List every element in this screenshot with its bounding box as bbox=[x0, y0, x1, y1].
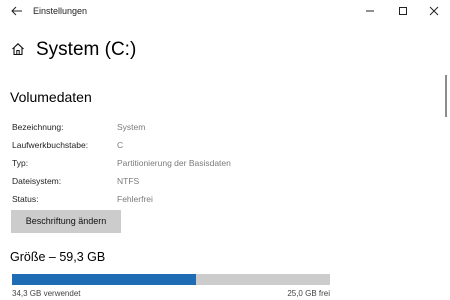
property-value: System bbox=[117, 122, 146, 132]
minimize-button[interactable] bbox=[362, 3, 378, 19]
property-value: C bbox=[117, 140, 124, 150]
rename-label-button[interactable]: Beschriftung ändern bbox=[11, 210, 121, 233]
property-label: Typ: bbox=[12, 158, 29, 168]
back-button[interactable] bbox=[9, 3, 25, 19]
section-title-volume-data: Volumedaten bbox=[10, 89, 92, 105]
usage-bar-fill bbox=[12, 274, 196, 285]
page-title: System (C:) bbox=[36, 39, 137, 60]
close-icon bbox=[429, 6, 439, 16]
minimize-icon bbox=[366, 10, 374, 12]
property-value: Partitionierung der Basisdaten bbox=[117, 158, 231, 168]
home-icon bbox=[11, 42, 25, 56]
property-value: NTFS bbox=[117, 176, 140, 186]
property-label: Bezeichnung: bbox=[12, 122, 64, 132]
scrollbar-thumb[interactable] bbox=[445, 75, 447, 117]
maximize-button[interactable] bbox=[395, 3, 411, 19]
maximize-icon bbox=[399, 7, 407, 15]
property-label: Dateisystem: bbox=[12, 176, 62, 186]
vertical-scrollbar[interactable] bbox=[444, 30, 450, 300]
size-title: Größe – 59,3 GB bbox=[10, 250, 106, 264]
window-title: Einstellungen bbox=[33, 6, 88, 16]
title-bar: Einstellungen bbox=[0, 0, 450, 24]
property-label: Laufwerkbuchstabe: bbox=[12, 140, 89, 150]
back-arrow-icon bbox=[11, 6, 22, 16]
free-space-label: 25,0 GB frei bbox=[287, 289, 330, 298]
property-value: Fehlerfrei bbox=[117, 194, 153, 204]
close-button[interactable] bbox=[426, 3, 442, 19]
property-label: Status: bbox=[12, 194, 39, 204]
used-space-label: 34,3 GB verwendet bbox=[12, 289, 81, 298]
usage-bar bbox=[12, 274, 330, 285]
